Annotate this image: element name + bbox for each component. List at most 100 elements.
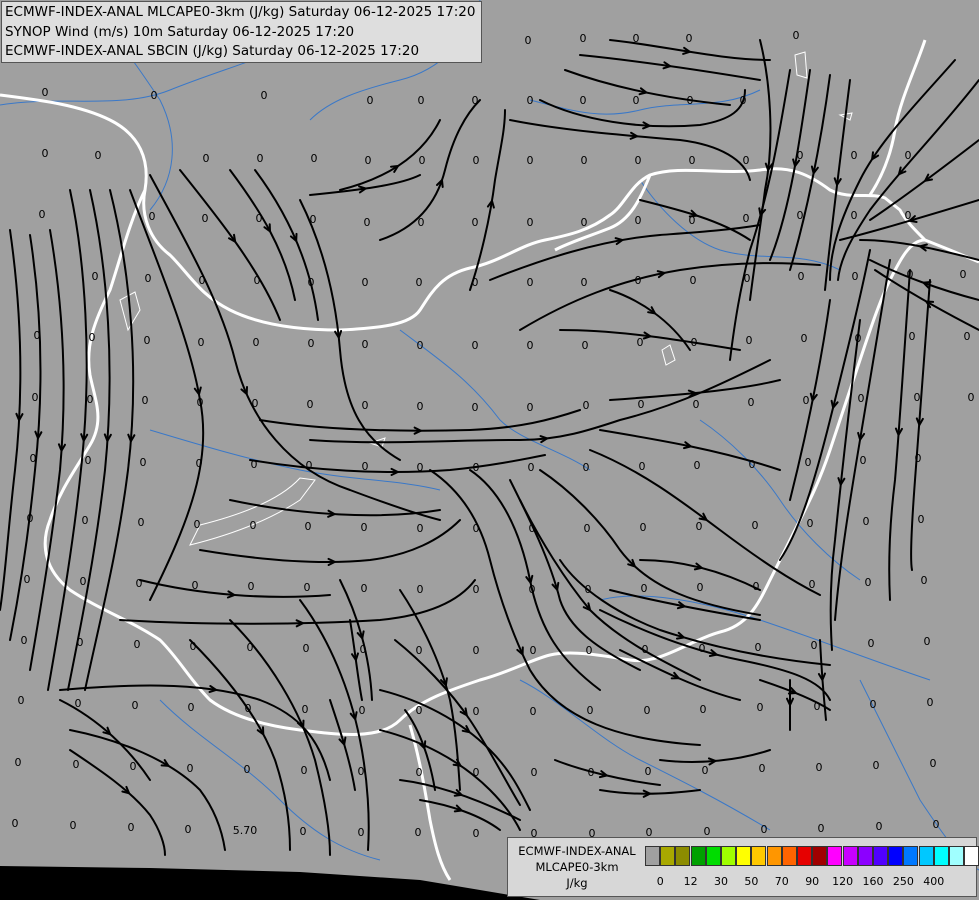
weather-map[interactable]: 0 0 0 0 0 0 0 0 0 0 0 0 0 0 0 0 0 0 0 0 0 0 0 0 0 0 0 0 0 0 0 0 0 0 0 0 0 0 0 0… <box>0 0 979 900</box>
legend-swatch <box>721 846 736 866</box>
sbcin-value-label: 0 <box>187 762 194 775</box>
sbcin-value-label: 0 <box>198 336 205 349</box>
legend-swatch <box>751 846 767 866</box>
sbcin-value-label: 0 <box>256 212 263 225</box>
sbcin-value-label: 0 <box>699 642 706 655</box>
sbcin-value-label: 0 <box>755 641 762 654</box>
sbcin-value-label: 0 <box>907 268 914 281</box>
legend-tick-label: 50 <box>744 875 759 888</box>
sbcin-value-label: 0 <box>530 705 537 718</box>
sbcin-value-label: 0 <box>687 94 694 107</box>
sbcin-value-label: 0 <box>525 34 532 47</box>
map-domain <box>0 0 979 900</box>
sbcin-value-label: 0 <box>473 827 480 840</box>
sbcin-value-label: 0 <box>199 274 206 287</box>
sbcin-value-label: 0 <box>527 339 534 352</box>
sbcin-value-label: 0 <box>851 149 858 162</box>
sbcin-value-label: 0 <box>416 704 423 717</box>
sbcin-value-label: 0 <box>801 332 808 345</box>
legend-swatch <box>903 846 919 866</box>
sbcin-value-label: 0 <box>197 396 204 409</box>
sbcin-value-label: 0 <box>968 391 975 404</box>
sbcin-value-label: 0 <box>257 152 264 165</box>
sbcin-value-label: 0 <box>528 461 535 474</box>
sbcin-value-label: 0 <box>89 331 96 344</box>
sbcin-value-label: 0 <box>858 392 865 405</box>
sbcin-value-label: 0 <box>144 334 151 347</box>
sbcin-value-label: 0 <box>633 94 640 107</box>
sbcin-value-label: 0 <box>365 154 372 167</box>
sbcin-value-label: 0 <box>358 765 365 778</box>
sbcin-value-label: 0 <box>960 268 967 281</box>
sbcin-value-label: 0 <box>247 641 254 654</box>
sbcin-value-label: 0 <box>261 89 268 102</box>
sbcin-value-label: 0 <box>529 522 536 535</box>
sbcin-value-label: 0 <box>12 817 19 830</box>
sbcin-value-label: 0 <box>905 209 912 222</box>
sbcin-value-label: 0 <box>306 459 313 472</box>
sbcin-value-label: 0 <box>753 580 760 593</box>
sbcin-value-label: 0 <box>472 339 479 352</box>
legend-tick-label: 0 <box>656 875 664 888</box>
sbcin-value-label: 0 <box>752 519 759 532</box>
sbcin-value-label: 0 <box>757 701 764 714</box>
sbcin-value-label: 0 <box>415 826 422 839</box>
sbcin-value-label: 0 <box>924 635 931 648</box>
sbcin-value-label: 0 <box>308 276 315 289</box>
sbcin-value-label: 0 <box>863 515 870 528</box>
sbcin-value-label: 0 <box>814 700 821 713</box>
sbcin-value-label: 0 <box>639 460 646 473</box>
map-title-box: ECMWF-INDEX-ANAL MLCAPE0-3km (J/kg) Satu… <box>1 1 482 63</box>
sbcin-value-label: 0 <box>581 276 588 289</box>
sbcin-value-label: 0 <box>527 276 534 289</box>
sbcin-value-label: 0 <box>151 89 158 102</box>
sbcin-value-label: 0 <box>689 154 696 167</box>
title-line-3: ECMWF-INDEX-ANAL SBCIN (J/kg) Saturday 0… <box>5 43 420 59</box>
sbcin-value-label: 0 <box>909 330 916 343</box>
sbcin-value-label: 0 <box>914 391 921 404</box>
sbcin-value-label: 0 <box>82 514 89 527</box>
sbcin-value-label: 0 <box>807 517 814 530</box>
sbcin-value-label: 0 <box>921 574 928 587</box>
legend-swatch <box>736 846 752 866</box>
sbcin-value-label: 0 <box>473 154 480 167</box>
sbcin-value-label: 0 <box>87 393 94 406</box>
legend-swatch <box>797 846 812 866</box>
sbcin-value-label: 0 <box>587 704 594 717</box>
sbcin-value-label: 0 <box>870 698 877 711</box>
legend-swatch <box>690 846 706 866</box>
sbcin-value-label: 0 <box>473 705 480 718</box>
sbcin-value-label: 0 <box>253 336 260 349</box>
sbcin-value-label: 0 <box>927 696 934 709</box>
sbcin-value-label: 0 <box>130 760 137 773</box>
legend-swatch <box>842 846 858 866</box>
sbcin-value-label: 0 <box>245 702 252 715</box>
legend-swatch <box>949 846 964 866</box>
sbcin-value-label: 0 <box>361 582 368 595</box>
sbcin-value-label: 0 <box>203 152 210 165</box>
sbcin-value-label: 0 <box>473 583 480 596</box>
legend-swatch <box>873 846 888 866</box>
sbcin-value-label: 0 <box>418 94 425 107</box>
sbcin-value-label: 0 <box>581 154 588 167</box>
sbcin-value-label: 0 <box>865 576 872 589</box>
sbcin-value-label: 0 <box>417 583 424 596</box>
sbcin-value-label: 0 <box>851 209 858 222</box>
legend-tick-label: 250 <box>892 875 914 888</box>
sbcin-value-label: 0 <box>635 154 642 167</box>
sbcin-value-label: 0 <box>95 149 102 162</box>
sbcin-value-label: 0 <box>746 334 753 347</box>
sbcin-value-label: 0 <box>583 399 590 412</box>
sbcin-value-label: 0 <box>244 763 251 776</box>
legend-swatch <box>781 846 797 866</box>
sbcin-value-label: 0 <box>797 149 804 162</box>
sbcin-value-label: 0 <box>361 521 368 534</box>
sbcin-value-label: 0 <box>362 276 369 289</box>
sbcin-value-label: 0 <box>42 86 49 99</box>
sbcin-value-label: 0 <box>302 703 309 716</box>
sbcin-value-label: 0 <box>798 270 805 283</box>
sbcin-value-label: 0 <box>473 766 480 779</box>
sbcin-value-label: 0 <box>308 337 315 350</box>
sbcin-value-label: 0 <box>761 823 768 836</box>
legend-tick-label: 160 <box>862 875 884 888</box>
